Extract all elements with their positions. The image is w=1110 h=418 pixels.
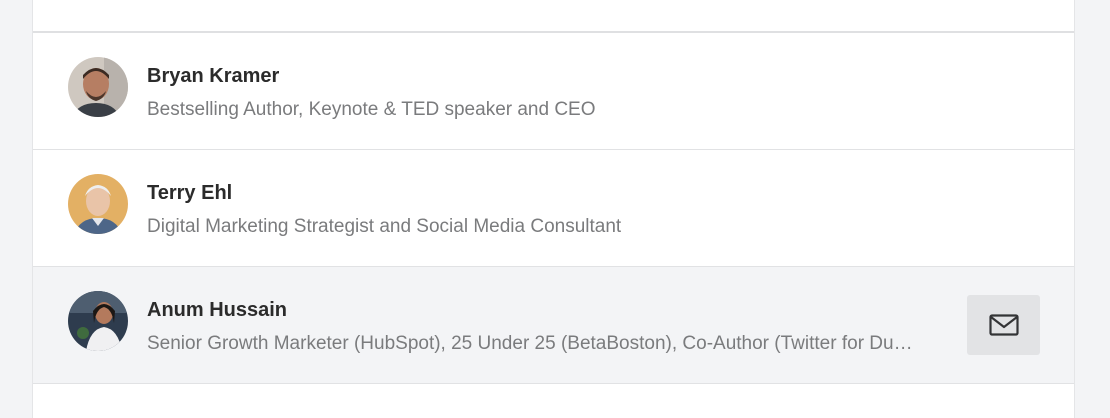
avatar[interactable] bbox=[68, 291, 128, 351]
connection-name[interactable]: Bryan Kramer bbox=[147, 65, 279, 88]
connection-row-bryan-kramer[interactable]: Bryan Kramer Bestselling Author, Keynote… bbox=[33, 33, 1074, 150]
message-button[interactable] bbox=[967, 295, 1040, 355]
connection-row-anum-hussain[interactable]: Anum Hussain Senior Growth Marketer (Hub… bbox=[33, 267, 1074, 384]
connection-headline: Digital Marketing Strategist and Social … bbox=[147, 216, 622, 237]
avatar[interactable] bbox=[68, 57, 128, 117]
connection-headline: Bestselling Author, Keynote & TED speake… bbox=[147, 99, 596, 120]
envelope-icon bbox=[988, 314, 1019, 336]
connection-name[interactable]: Anum Hussain bbox=[147, 299, 287, 322]
connection-name[interactable]: Terry Ehl bbox=[147, 182, 232, 205]
connections-panel: Bryan Kramer Bestselling Author, Keynote… bbox=[32, 0, 1075, 418]
connection-row-terry-ehl[interactable]: Terry Ehl Digital Marketing Strategist a… bbox=[33, 150, 1074, 267]
avatar[interactable] bbox=[68, 174, 128, 234]
list-top-divider bbox=[33, 0, 1074, 33]
connection-headline: Senior Growth Marketer (HubSpot), 25 Und… bbox=[147, 333, 927, 354]
